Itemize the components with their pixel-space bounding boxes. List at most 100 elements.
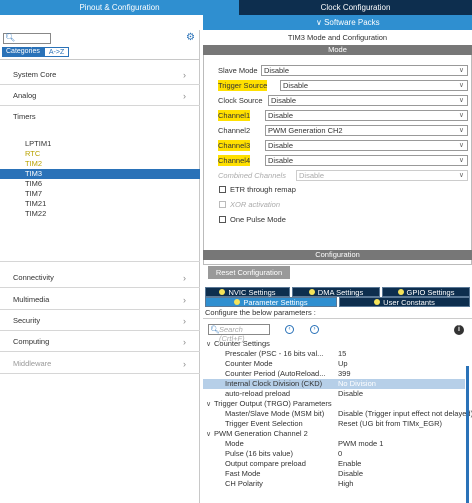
field-select[interactable]: Disable ∨	[280, 80, 468, 91]
timer-item-tim6[interactable]: TIM6	[0, 179, 200, 189]
divider	[0, 59, 200, 60]
chevron-right-icon: ›	[183, 337, 186, 347]
param-group-header[interactable]: ∨ PWM Generation Channel 2	[206, 429, 308, 439]
mode-field-channel3: Channel3 Disable ∨	[218, 140, 468, 151]
select-value: Disable	[299, 171, 325, 180]
param-value: High	[338, 479, 354, 488]
right-panel: TIM3 Mode and Configuration Mode Slave M…	[203, 30, 472, 503]
tab-parameter-settings[interactable]: Parameter Settings	[205, 297, 337, 307]
param-row[interactable]: Output compare preload Enable	[203, 459, 465, 469]
search-icon: 🔍︎	[210, 325, 220, 334]
mode-field-clock-source: Clock Source Disable ∨	[218, 95, 468, 106]
category-middleware[interactable]: Middleware ›	[0, 354, 200, 374]
field-select[interactable]: Disable ∨	[265, 110, 468, 121]
mode-field-channel2: Channel2 PWM Generation CH2 ∨	[218, 125, 468, 136]
timer-item-tim22[interactable]: TIM22	[0, 209, 200, 219]
software-packs-menu[interactable]: ∨ Software Packs	[203, 15, 472, 30]
category-connectivity[interactable]: Connectivity ›	[0, 268, 200, 288]
param-row[interactable]: Internal Clock Division (CKD) No Division	[203, 379, 465, 389]
param-row[interactable]: Trigger Event Selection Reset (UG bit fro…	[203, 419, 465, 429]
status-dot-icon	[234, 299, 241, 305]
category-security[interactable]: Security ›	[0, 311, 200, 331]
group-label: PWM Generation Channel 2	[214, 429, 308, 438]
param-name: auto-reload preload	[225, 389, 291, 398]
chevron-right-icon: ›	[183, 91, 186, 101]
tab-gpio-settings[interactable]: GPIO Settings	[382, 287, 470, 297]
param-value: Disable (Trigger input effect not delaye…	[338, 409, 472, 418]
tab-nvic-settings[interactable]: NVIC Settings	[205, 287, 290, 297]
chevron-right-icon: ›	[183, 70, 186, 80]
param-row[interactable]: CH Polarity High	[203, 479, 465, 489]
info-icon[interactable]: i	[454, 325, 464, 335]
status-dot-icon	[374, 299, 381, 305]
tab-pinout-configuration[interactable]: Pinout & Configuration	[0, 0, 239, 15]
category-computing[interactable]: Computing ›	[0, 332, 200, 352]
mode-field-combined-channels: Combined Channels Disable ∨	[218, 170, 468, 181]
param-group-header[interactable]: ∨ Counter Settings	[206, 339, 270, 349]
chevron-down-icon: ∨	[458, 97, 464, 104]
search-previous-button[interactable]: ‹	[285, 325, 294, 334]
param-name: Prescaler (PSC - 16 bits val...	[225, 349, 324, 358]
search-icon: 🔍︎	[5, 33, 16, 42]
settings-tabs: NVIC Settings DMA Settings GPIO Settings…	[205, 287, 470, 307]
timer-item-tim7[interactable]: TIM7	[0, 189, 200, 199]
timer-item-tim2[interactable]: TIM2	[0, 159, 200, 169]
select-value: Disable	[268, 141, 294, 150]
timer-item-rtc[interactable]: RTC	[0, 149, 200, 159]
timer-item-tim21[interactable]: TIM21	[0, 199, 200, 209]
gear-icon[interactable]: ⚙	[186, 32, 195, 43]
param-value: 399	[338, 369, 351, 378]
parameter-search-input[interactable]: 🔍︎ Search (Crtl+F)	[208, 324, 270, 343]
tab-label: DMA Settings	[317, 288, 364, 297]
category-system-core[interactable]: System Core ›	[0, 65, 200, 85]
search-next-button[interactable]: ›	[310, 325, 319, 334]
param-row[interactable]: Fast Mode Disable	[203, 469, 465, 479]
category-label: Analog	[13, 91, 37, 100]
field-select[interactable]: Disable ∨	[265, 155, 468, 166]
param-row[interactable]: Mode PWM mode 1	[203, 439, 465, 449]
param-row[interactable]: auto-reload preload Disable	[203, 389, 465, 399]
field-select[interactable]: Disable ∨	[265, 140, 468, 151]
status-dot-icon	[397, 289, 404, 295]
tab-categories[interactable]: Categories	[2, 47, 44, 57]
field-label: Channel1	[218, 110, 251, 121]
field-label: Channel3	[218, 140, 251, 151]
checkbox-box	[219, 201, 226, 208]
category-search-input[interactable]: 🔍︎	[3, 33, 51, 44]
scrollbar[interactable]	[466, 366, 469, 503]
select-value: Disable	[264, 66, 290, 75]
param-group-header[interactable]: ∨ Trigger Output (TRGO) Parameters	[206, 399, 332, 409]
chevron-right-icon: ›	[183, 273, 186, 283]
checkbox-xor-activation: XOR activation	[219, 200, 280, 210]
param-row[interactable]: Pulse (16 bits value) 0	[203, 449, 465, 459]
category-label: Multimedia	[13, 295, 50, 304]
param-row[interactable]: Counter Period (AutoReload... 399	[203, 369, 465, 379]
tab-label: GPIO Settings	[406, 288, 455, 297]
field-select[interactable]: Disable ∨	[268, 95, 468, 106]
param-value: Disable	[338, 389, 364, 398]
reset-configuration-button[interactable]: Reset Configuration	[208, 266, 290, 279]
tab-label: NVIC Settings	[228, 288, 276, 297]
field-label: Channel2	[218, 126, 251, 135]
category-analog[interactable]: Analog ›	[0, 86, 200, 106]
category-view-tabs: Categories A->Z	[2, 47, 70, 57]
category-timers[interactable]: Timers	[0, 110, 200, 124]
param-row[interactable]: Master/Slave Mode (MSM bit) Disable (Trig…	[203, 409, 472, 419]
checkbox-etr-through-remap[interactable]: ETR through remap	[219, 185, 296, 195]
timer-item-tim3[interactable]: TIM3	[0, 169, 200, 179]
chevron-down-icon: ∨	[458, 142, 464, 149]
checkbox-one-pulse-mode[interactable]: One Pulse Mode	[219, 215, 286, 225]
param-row[interactable]: Prescaler (PSC - 16 bits val... 15	[203, 349, 465, 359]
timer-item-lptim1[interactable]: LPTIM1	[0, 139, 200, 149]
tab-a-to-z[interactable]: A->Z	[43, 47, 70, 57]
param-name: CH Polarity	[225, 479, 263, 488]
tab-clock-configuration[interactable]: Clock Configuration	[239, 0, 472, 15]
tab-user-constants[interactable]: User Constants	[339, 297, 470, 307]
chevron-down-icon: ∨	[458, 157, 464, 164]
field-select[interactable]: Disable ∨	[261, 65, 468, 76]
tab-dma-settings[interactable]: DMA Settings	[292, 287, 380, 297]
field-select[interactable]: PWM Generation CH2 ∨	[265, 125, 468, 136]
category-multimedia[interactable]: Multimedia ›	[0, 290, 200, 310]
configure-instruction: Configure the below parameters :	[205, 308, 316, 317]
param-row[interactable]: Counter Mode Up	[203, 359, 465, 369]
